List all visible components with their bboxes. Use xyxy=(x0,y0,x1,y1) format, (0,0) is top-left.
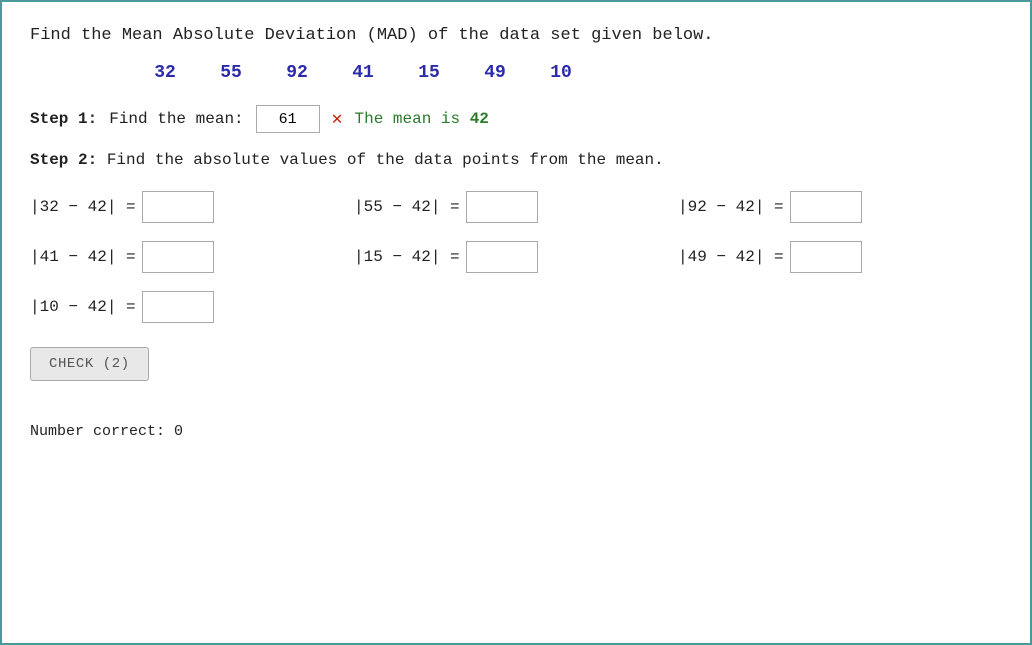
data-value-4: 41 xyxy=(348,63,378,83)
wrong-icon: ✕ xyxy=(332,108,343,130)
data-value-2: 55 xyxy=(216,63,246,83)
step2-row: Step 2: Find the absolute values of the … xyxy=(30,151,1002,169)
abs-input-92[interactable] xyxy=(790,191,862,223)
abs-row-49: |49 − 42| = xyxy=(678,241,1002,273)
abs-empty-1 xyxy=(354,291,678,323)
abs-expr-32: |32 − 42| = xyxy=(30,198,136,216)
data-value-5: 15 xyxy=(414,63,444,83)
abs-empty-2 xyxy=(678,291,1002,323)
abs-row-92: |92 − 42| = xyxy=(678,191,1002,223)
main-container: Find the Mean Absolute Deviation (MAD) o… xyxy=(0,0,1032,645)
step2-label: Step 2: xyxy=(30,151,97,169)
step1-text: Find the mean: xyxy=(109,110,243,128)
abs-row-55: |55 − 42| = xyxy=(354,191,678,223)
abs-input-32[interactable] xyxy=(142,191,214,223)
abs-input-55[interactable] xyxy=(466,191,538,223)
data-value-7: 10 xyxy=(546,63,576,83)
abs-expr-92: |92 − 42| = xyxy=(678,198,784,216)
abs-input-49[interactable] xyxy=(790,241,862,273)
abs-row-32: |32 − 42| = xyxy=(30,191,354,223)
problem-title: Find the Mean Absolute Deviation (MAD) o… xyxy=(30,26,1002,45)
abs-row-15: |15 − 42| = xyxy=(354,241,678,273)
abs-expr-49: |49 − 42| = xyxy=(678,248,784,266)
data-value-1: 32 xyxy=(150,63,180,83)
abs-input-10[interactable] xyxy=(142,291,214,323)
dataset-row: 32 55 92 41 15 49 10 xyxy=(150,63,1002,83)
mean-input[interactable] xyxy=(256,105,320,133)
step1-label: Step 1: xyxy=(30,110,97,128)
abs-input-41[interactable] xyxy=(142,241,214,273)
data-value-3: 92 xyxy=(282,63,312,83)
abs-expr-15: |15 − 42| = xyxy=(354,248,460,266)
abs-expr-41: |41 − 42| = xyxy=(30,248,136,266)
abs-grid: |32 − 42| = |55 − 42| = |92 − 42| = |41 … xyxy=(30,191,1002,323)
abs-expr-10: |10 − 42| = xyxy=(30,298,136,316)
abs-row-10: |10 − 42| = xyxy=(30,291,354,323)
step2-text: Find the absolute values of the data poi… xyxy=(107,151,664,169)
mean-hint-bold: 42 xyxy=(470,110,489,128)
step1-row: Step 1: Find the mean: ✕ The mean is 42 xyxy=(30,105,1002,133)
abs-row-41: |41 − 42| = xyxy=(30,241,354,273)
number-correct: Number correct: 0 xyxy=(30,423,1002,440)
mean-hint-text: The mean is xyxy=(354,110,469,128)
data-value-6: 49 xyxy=(480,63,510,83)
check-button[interactable]: CHECK (2) xyxy=(30,347,149,381)
mean-hint: The mean is 42 xyxy=(354,110,488,128)
abs-expr-55: |55 − 42| = xyxy=(354,198,460,216)
abs-input-15[interactable] xyxy=(466,241,538,273)
